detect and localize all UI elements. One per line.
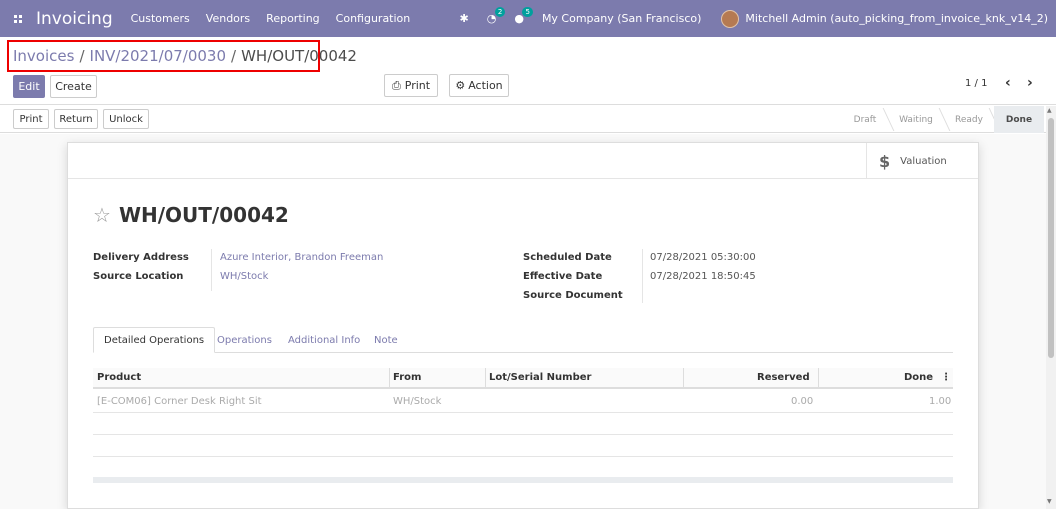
user-menu[interactable]: Mitchell Admin (auto_picking_from_invoic… bbox=[721, 9, 1048, 28]
edit-button[interactable]: Edit bbox=[13, 75, 45, 98]
activity-clock-icon[interactable]: ◔ 2 bbox=[487, 7, 506, 25]
activity-badge: 2 bbox=[494, 7, 506, 17]
vertical-scrollbar[interactable]: ▲ ▼ bbox=[1046, 106, 1056, 509]
menu-vendors[interactable]: Vendors bbox=[206, 12, 250, 25]
form-sheet: $ Valuation ☆ WH/OUT/00042 Delivery Addr… bbox=[67, 142, 979, 509]
column-from[interactable]: From bbox=[393, 372, 421, 383]
table-row-empty bbox=[93, 413, 953, 435]
menu-reporting[interactable]: Reporting bbox=[266, 12, 319, 25]
table-row-empty bbox=[93, 435, 953, 457]
return-button[interactable]: Return bbox=[54, 109, 98, 129]
stage-done: Done bbox=[994, 106, 1044, 133]
notebook-tabs: Detailed Operations Operations Additiona… bbox=[93, 327, 953, 353]
record-title: ☆ WH/OUT/00042 bbox=[93, 203, 289, 227]
menu-customers[interactable]: Customers bbox=[131, 12, 190, 25]
company-switcher[interactable]: My Company (San Francisco) bbox=[542, 12, 701, 25]
breadcrumb-current: WH/OUT/00042 bbox=[241, 47, 357, 65]
table-row[interactable]: [E-COM06] Corner Desk Right Sit WH/Stock… bbox=[93, 391, 953, 413]
form-statusbar: Print Return Unlock Draft Waiting Ready … bbox=[0, 106, 1056, 133]
effective-date-label: Effective Date bbox=[523, 271, 603, 282]
scrollbar-thumb[interactable] bbox=[1048, 118, 1054, 358]
breadcrumb-invoices[interactable]: Invoices bbox=[13, 47, 74, 65]
user-name: Mitchell Admin (auto_picking_from_invoic… bbox=[745, 12, 1048, 25]
dollar-icon: $ bbox=[879, 151, 891, 171]
gear-icon: ⚙ bbox=[455, 79, 466, 92]
column-divider bbox=[389, 368, 390, 389]
star-icon[interactable]: ☆ bbox=[93, 203, 111, 227]
bug-icon[interactable]: ✱ bbox=[460, 12, 469, 25]
column-product[interactable]: Product bbox=[97, 372, 141, 383]
menu-configuration[interactable]: Configuration bbox=[336, 12, 411, 25]
chevron-right-icon[interactable]: › bbox=[1027, 75, 1033, 91]
print-dropdown-button[interactable]: ⎙ Print bbox=[384, 74, 438, 97]
action-dropdown-button[interactable]: ⚙ Action bbox=[449, 74, 509, 97]
field-divider bbox=[211, 249, 212, 291]
tab-note[interactable]: Note bbox=[374, 327, 398, 353]
breadcrumb-separator: / bbox=[231, 47, 237, 65]
column-done[interactable]: Done bbox=[904, 372, 933, 383]
effective-date-value: 07/28/2021 18:50:45 bbox=[650, 271, 756, 282]
stage-ready: Ready bbox=[955, 114, 983, 125]
scheduled-date-value: 07/28/2021 05:30:00 bbox=[650, 252, 756, 263]
table-footer bbox=[93, 477, 953, 483]
column-divider bbox=[818, 368, 819, 389]
delivery-address-label: Delivery Address bbox=[93, 252, 189, 263]
field-divider bbox=[642, 249, 643, 303]
print-button[interactable]: Print bbox=[13, 109, 49, 129]
navbar-systray: ✱ ◔ 2 ● 5 My Company (San Francisco) Mitch… bbox=[460, 7, 1056, 28]
table-header: Product From Lot/Serial Number Reserved … bbox=[93, 368, 953, 389]
print-label: Print bbox=[404, 79, 431, 92]
table-row-empty bbox=[93, 457, 953, 479]
record-name: WH/OUT/00042 bbox=[118, 203, 289, 227]
source-location-value[interactable]: WH/Stock bbox=[220, 271, 268, 282]
messages-badge: 5 bbox=[522, 7, 533, 17]
chevron-left-icon[interactable]: ‹ bbox=[1005, 75, 1011, 91]
source-location-label: Source Location bbox=[93, 271, 184, 282]
row-reserved: 0.00 bbox=[791, 396, 814, 407]
row-product: [E-COM06] Corner Desk Right Sit bbox=[97, 396, 262, 407]
row-done: 1.00 bbox=[929, 396, 952, 407]
smart-button-box: $ Valuation bbox=[68, 143, 978, 179]
column-reserved[interactable]: Reserved bbox=[757, 372, 810, 383]
pager-value[interactable]: 1 / 1 bbox=[965, 78, 987, 89]
apps-menu-icon[interactable] bbox=[0, 0, 36, 37]
valuation-label: Valuation bbox=[900, 155, 947, 167]
create-button[interactable]: Create bbox=[50, 75, 97, 98]
stage-draft: Draft bbox=[853, 114, 877, 125]
breadcrumb-separator: / bbox=[79, 47, 85, 65]
action-label: Action bbox=[468, 79, 503, 92]
messages-icon[interactable]: ● 5 bbox=[514, 7, 533, 25]
column-divider bbox=[485, 368, 486, 389]
printer-icon: ⎙ bbox=[391, 78, 401, 92]
scheduled-date-label: Scheduled Date bbox=[523, 252, 612, 263]
delivery-address-value[interactable]: Azure Interior, Brandon Freeman bbox=[220, 252, 383, 263]
optional-columns-icon[interactable]: ⋮ bbox=[941, 372, 951, 383]
control-panel: Invoices / INV/2021/07/0030 / WH/OUT/000… bbox=[0, 37, 1056, 105]
tab-additional-info[interactable]: Additional Info bbox=[288, 327, 360, 353]
stage-waiting: Waiting bbox=[899, 114, 933, 125]
column-lot-serial[interactable]: Lot/Serial Number bbox=[489, 372, 591, 383]
breadcrumb: Invoices / INV/2021/07/0030 / WH/OUT/000… bbox=[7, 40, 357, 72]
avatar bbox=[721, 9, 740, 28]
row-from: WH/Stock bbox=[393, 396, 442, 407]
scroll-down-icon[interactable]: ▼ bbox=[1047, 498, 1052, 505]
tab-operations[interactable]: Operations bbox=[217, 327, 272, 353]
valuation-button[interactable]: $ Valuation bbox=[866, 143, 978, 179]
breadcrumb-invoice[interactable]: INV/2021/07/0030 bbox=[90, 47, 227, 65]
column-divider bbox=[683, 368, 684, 389]
scroll-up-icon[interactable]: ▲ bbox=[1047, 107, 1052, 114]
source-document-label: Source Document bbox=[523, 290, 623, 301]
top-navbar: Invoicing Customers Vendors Reporting Co… bbox=[0, 0, 1056, 37]
app-title[interactable]: Invoicing bbox=[36, 9, 113, 29]
unlock-button[interactable]: Unlock bbox=[103, 109, 149, 129]
main-menu: Customers Vendors Reporting Configuratio… bbox=[131, 12, 427, 25]
tab-detailed-operations[interactable]: Detailed Operations bbox=[93, 327, 216, 353]
